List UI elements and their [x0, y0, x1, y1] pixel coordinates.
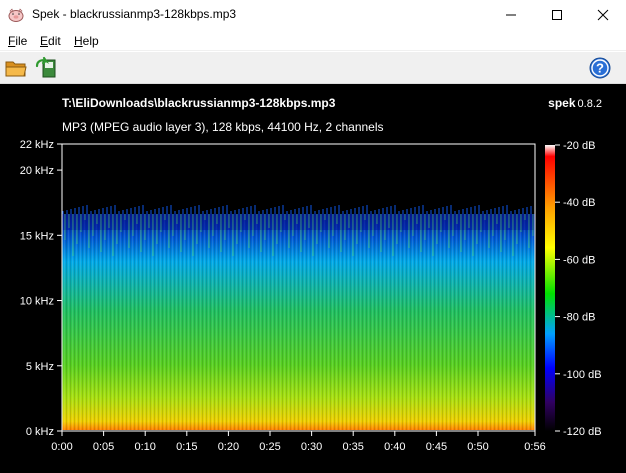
- db-tick-label: -60 dB: [563, 254, 595, 266]
- db-scale: -20 dB -40 dB -60 dB -80 dB -100 dB -120 dB: [555, 140, 602, 438]
- db-tick-label: -120 dB: [563, 426, 602, 438]
- brand-name: spek: [548, 96, 576, 110]
- save-button[interactable]: [34, 56, 58, 80]
- minimize-button[interactable]: [488, 0, 534, 30]
- spectrogram-plot: 22 kHz20 kHz15 kHz10 kHz5 kHz0 kHz 0:00 0…: [20, 139, 602, 453]
- menu-edit[interactable]: Edit: [40, 34, 61, 48]
- file-path: T:\EliDownloads\blackrussianmp3-128kbps.…: [62, 96, 336, 110]
- time-tick-label: 0:45: [426, 441, 447, 453]
- close-button[interactable]: [580, 0, 626, 30]
- time-tick-label: 0:20: [218, 441, 239, 453]
- audio-info: MP3 (MPEG audio layer 3), 128 kbps, 4410…: [62, 120, 384, 134]
- time-tick-label: 0:35: [342, 441, 363, 453]
- db-tick-label: -80 dB: [563, 312, 595, 324]
- save-icon: [35, 56, 56, 78]
- freq-tick-label: 0 kHz: [26, 426, 54, 438]
- freq-tick-label: 15 kHz: [20, 230, 54, 242]
- title-bar: Spek - blackrussianmp3-128kbps.mp3: [0, 0, 626, 30]
- time-tick-label: 0:56: [524, 441, 545, 453]
- menu-bar: File Edit Help: [0, 31, 626, 51]
- freq-tick-label: 20 kHz: [20, 165, 54, 177]
- menu-help[interactable]: Help: [74, 34, 99, 48]
- freq-tick-label: 5 kHz: [26, 361, 54, 373]
- spek-pig-icon: [8, 8, 24, 22]
- open-folder-icon: [5, 61, 27, 77]
- time-tick-label: 0:50: [467, 441, 488, 453]
- time-tick-label: 0:25: [259, 441, 280, 453]
- window-title: Spek - blackrussianmp3-128kbps.mp3: [32, 7, 237, 21]
- minimize-icon: [506, 14, 516, 16]
- freq-tick-label: 22 kHz: [20, 139, 54, 151]
- maximize-icon: [552, 10, 562, 20]
- spectrogram-image: [62, 214, 535, 430]
- help-button[interactable]: ?: [588, 56, 612, 80]
- help-icon: ?: [589, 57, 611, 79]
- time-tick-label: 0:15: [176, 441, 197, 453]
- spek-brand: spek 0.8.2: [548, 96, 602, 110]
- brand-version: 0.8.2: [577, 98, 602, 110]
- time-axis: 0:00 0:05 0:10 0:15 0:20 0:25 0:30 0:35 0:40 0:45…: [51, 431, 546, 453]
- time-tick-label: 0:10: [134, 441, 155, 453]
- db-tick-label: -20 dB: [563, 140, 595, 152]
- freq-tick-label: 10 kHz: [20, 296, 54, 308]
- db-tick-label: -100 dB: [563, 369, 602, 381]
- spectrogram-view: 22 kHz 20 kHz 15 kHz 10 kHz 5 kHz 0 kHz 0:00 0…: [0, 84, 626, 473]
- maximize-button[interactable]: [534, 0, 580, 30]
- time-tick-label: 0:05: [93, 441, 114, 453]
- svg-text:?: ?: [596, 61, 604, 76]
- open-file-button[interactable]: [4, 56, 28, 80]
- time-tick-label: 0:30: [301, 441, 322, 453]
- time-tick-label: 0:00: [51, 441, 72, 453]
- time-tick-label: 0:40: [384, 441, 405, 453]
- toolbar: ?: [0, 52, 626, 84]
- close-icon: [597, 9, 609, 21]
- color-scale-bar: [545, 145, 555, 431]
- frequency-axis: 22 kHz 20 kHz 15 kHz 10 kHz 5 kHz 0 kHz: [20, 139, 62, 438]
- menu-file[interactable]: File: [8, 34, 27, 48]
- db-tick-label: -40 dB: [563, 197, 595, 209]
